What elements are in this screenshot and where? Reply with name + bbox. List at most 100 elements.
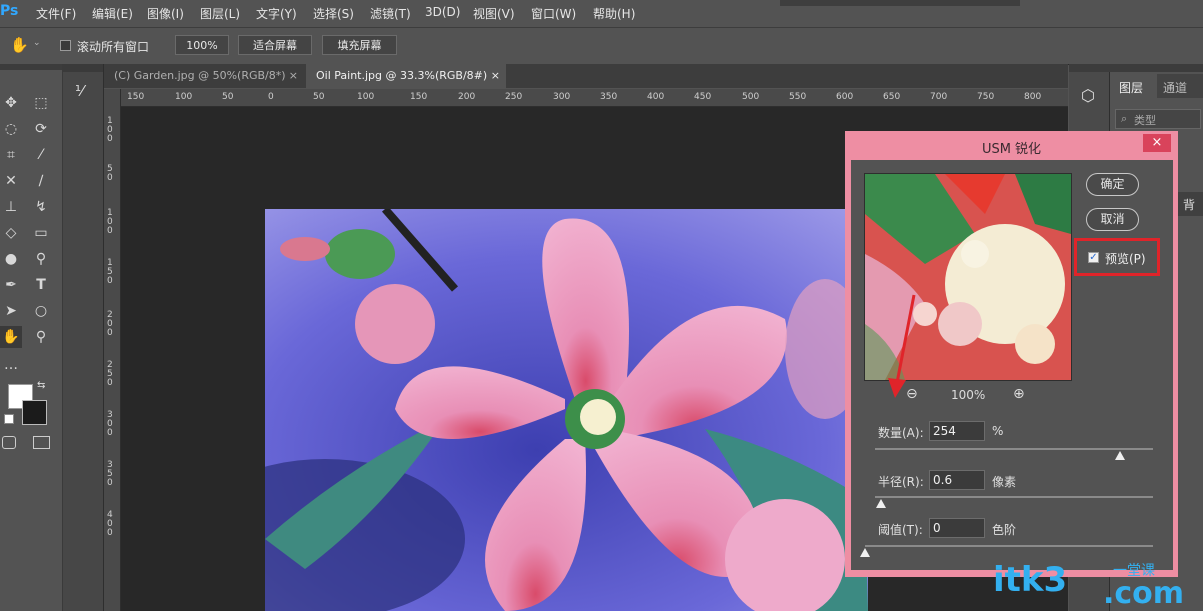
threshold-slider-thumb[interactable] [860,548,870,557]
3d-cube-icon[interactable]: ⬡ [1081,86,1095,105]
menu-help[interactable]: 帮助(H) [593,5,635,22]
ruler-v-label: 1 5 0 [107,258,113,286]
scroll-all-windows-checkbox[interactable] [60,40,71,51]
layer-filter-search[interactable]: ⌕ 类型 [1115,109,1201,129]
radius-slider-thumb[interactable] [875,499,886,508]
quick-mask-icon[interactable] [2,436,16,449]
watermark-sub: .com [1103,576,1185,611]
menu-view[interactable]: 视图(V) [473,5,515,22]
red-arrow-annotation [888,294,916,398]
tab-channels[interactable]: 通道 [1157,74,1203,98]
ruler-h-label: 800 [1024,92,1042,102]
menu-edit[interactable]: 编辑(E) [92,5,133,22]
amount-slider-track[interactable] [875,448,1153,450]
menu-filter[interactable]: 滤镜(T) [370,5,411,22]
pen-tool-icon[interactable]: ✒ [0,274,22,296]
menu-file[interactable]: 文件(F) [36,5,76,22]
panel-strip-header [63,64,103,72]
threshold-input[interactable] [929,518,985,538]
ruler-v-label: 5 0 [107,164,113,183]
blur-tool-icon[interactable]: ● [0,248,22,270]
panel-strip: ⅟ [63,64,104,611]
ruler-h-label: 150 [410,92,428,102]
eyedropper-tool-icon[interactable]: ⁄ [30,144,52,166]
ruler-v-label: 1 0 0 [107,116,113,144]
menu-3d[interactable]: 3D(D) [425,5,460,19]
menu-layer[interactable]: 图层(L) [200,5,240,22]
ruler-h-label: 450 [694,92,712,102]
photoshop-logo: Ps [0,3,19,19]
quick-select-tool-icon[interactable]: ⟳ [30,118,52,140]
screen-mode-icon[interactable] [33,436,50,449]
path-select-tool-icon[interactable]: ➤ [0,300,22,322]
fill-screen-button[interactable]: 填充屏幕 [322,35,397,55]
tab-garden-label: (C) Garden.jpg @ 50%(RGB/8*) [114,69,286,82]
crop-tool-icon[interactable]: ⌗ [0,144,22,166]
tab-garden[interactable]: (C) Garden.jpg @ 50%(RGB/8*) × [104,64,304,88]
ruler-h-label: 50 [222,92,234,102]
move-tool-icon[interactable]: ✥ [0,92,22,114]
amount-slider-thumb[interactable] [1114,451,1125,460]
dialog-close-button[interactable]: × [1143,134,1171,152]
brush-tool-icon[interactable]: ∕ [30,170,52,192]
healing-tool-icon[interactable]: ✕ [0,170,22,192]
gradient-tool-icon[interactable]: ▭ [30,222,52,244]
ok-button[interactable]: 确定 [1086,173,1139,196]
chevron-down-icon[interactable]: ⌄ [33,38,41,48]
radius-input[interactable] [929,470,985,490]
radius-unit: 像素 [992,475,1017,489]
ruler-h-label: 500 [742,92,760,102]
zoom-in-icon[interactable]: ⊕ [1013,386,1025,402]
scroll-all-windows-label: 滚动所有窗口 [77,40,150,54]
watermark-main: itk3 [993,560,1068,600]
hand-tool-icon[interactable]: ✋ [10,36,29,54]
ruler-v-label: 1 0 0 [107,208,113,236]
zoom-100-button[interactable]: 100% [175,35,229,55]
menu-bar: Ps 文件(F) 编辑(E) 图像(I) 图层(L) 文字(Y) 选择(S) 滤… [0,0,1203,26]
amount-label: 数量(A): [878,426,924,440]
amount-input[interactable] [929,421,985,441]
fit-screen-button[interactable]: 适合屏幕 [238,35,312,55]
ruler-v-label: 2 0 0 [107,310,113,338]
radius-slider-track[interactable] [875,496,1153,498]
type-tool-icon[interactable]: T [30,274,52,296]
menu-window[interactable]: 窗口(W) [531,5,576,22]
zoom-out-icon[interactable]: ⊖ [906,386,918,402]
zoom-tool-icon[interactable]: ⚲ [30,326,52,348]
amount-unit: % [992,424,1004,438]
tab-oil-paint[interactable]: Oil Paint.jpg @ 33.3%(RGB/8#) × [306,64,506,88]
stamp-tool-icon[interactable]: ⊥ [0,196,22,218]
marquee-tool-icon[interactable]: ⬚ [30,92,52,114]
history-brush-tool-icon[interactable]: ↯ [30,196,52,218]
more-tools-icon[interactable]: … [0,354,22,376]
preview-zoom-level: 100% [951,388,986,402]
eraser-tool-icon[interactable]: ◇ [0,222,22,244]
horizontal-ruler: 150 100 50 0 50 100 150 200 250 300 350 … [120,89,1068,107]
menu-select[interactable]: 选择(S) [313,5,354,22]
ruler-h-label: 150 [127,92,145,102]
background-color-swatch[interactable] [22,400,47,425]
preview-checkbox[interactable]: ✓ [1088,252,1099,263]
window-drag-strip [780,0,1020,6]
tab-garden-close-icon[interactable]: × [289,64,298,88]
layer-row-background[interactable]: 背 [1177,192,1203,216]
lasso-tool-icon[interactable]: ◌ [0,118,22,140]
ruler-v-label: 2 5 0 [107,360,113,388]
tab-layers[interactable]: 图层 [1111,74,1155,98]
default-colors-icon[interactable] [4,414,14,424]
history-panel-icon[interactable]: ⅟ [75,82,84,100]
watermark-cn: 一堂课 [1113,563,1155,579]
ellipse-tool-icon[interactable]: ○ [30,300,52,322]
options-bar: ✋ ⌄ 滚动所有窗口 100% 适合屏幕 填充屏幕 [0,27,1203,65]
tab-oil-paint-close-icon[interactable]: × [491,64,500,88]
flower-photo[interactable] [265,209,868,611]
swap-colors-icon[interactable]: ⇆ [37,380,45,391]
document-tabs: (C) Garden.jpg @ 50%(RGB/8*) × Oil Paint… [104,64,1068,88]
dodge-tool-icon[interactable]: ⚲ [30,248,52,270]
layer-name-label: 背 [1183,198,1196,212]
menu-type[interactable]: 文字(Y) [256,5,297,22]
cancel-button[interactable]: 取消 [1086,208,1139,231]
threshold-slider-track[interactable] [865,545,1153,547]
hand-tool-active-icon[interactable]: ✋ [0,326,22,348]
menu-image[interactable]: 图像(I) [147,5,184,22]
